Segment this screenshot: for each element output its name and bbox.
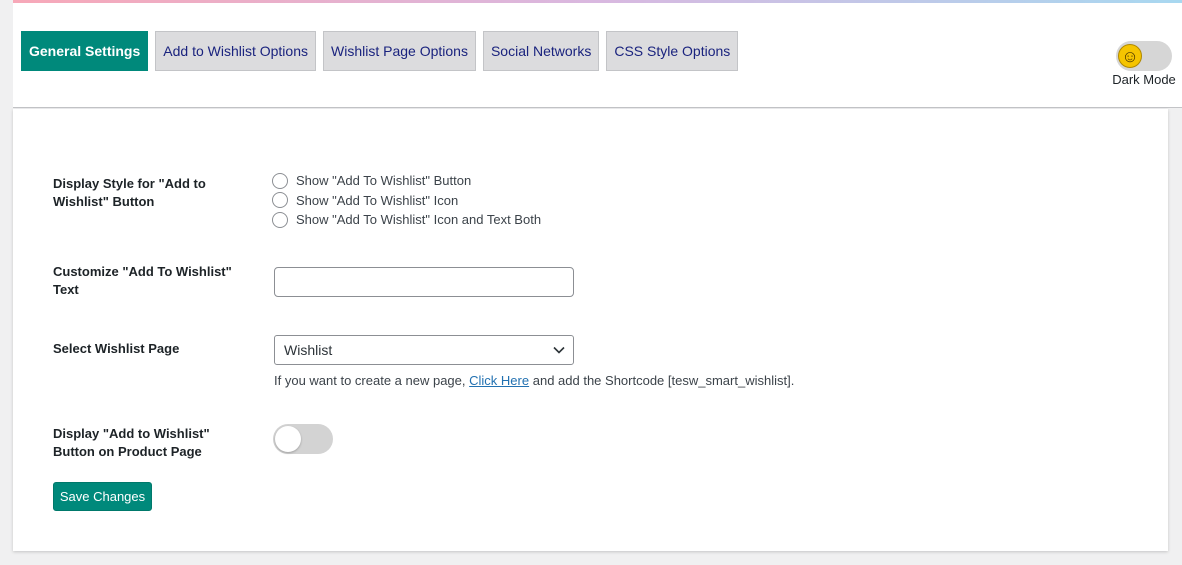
save-changes-button[interactable]: Save Changes	[53, 482, 152, 511]
tab-add-to-wishlist-options[interactable]: Add to Wishlist Options	[155, 31, 316, 71]
chevron-down-icon	[553, 346, 565, 354]
radio-show-icon[interactable]: Show "Add To Wishlist" Icon	[272, 191, 541, 211]
tab-general-settings[interactable]: General Settings	[21, 31, 149, 71]
tab-css-style-options[interactable]: CSS Style Options	[606, 31, 739, 71]
help-text-prefix: If you want to create a new page,	[274, 373, 466, 388]
tab-social-networks[interactable]: Social Networks	[482, 31, 600, 71]
wishlist-page-label: Select Wishlist Page	[53, 341, 180, 356]
settings-panel: Display Style for "Add to Wishlist" Butt…	[13, 109, 1168, 551]
wishlist-page-help: If you want to create a new page, Click …	[274, 373, 794, 388]
customize-text-input[interactable]	[274, 267, 574, 297]
product-page-button-toggle[interactable]	[273, 424, 333, 454]
radio-label: Show "Add To Wishlist" Icon	[296, 192, 459, 208]
radio-label: Show "Add To Wishlist" Icon and Text Bot…	[296, 212, 542, 228]
radio-circle-icon[interactable]	[272, 172, 288, 189]
wishlist-page-select[interactable]: Wishlist	[274, 335, 574, 365]
display-style-radio-group: Show "Add To Wishlist" Button Show "Add …	[272, 171, 541, 230]
dark-mode-toggle[interactable]: ☺	[1116, 41, 1172, 71]
help-text-suffix: and add the Shortcode [tesw_smart_wishli…	[532, 373, 795, 388]
tab-bar: General Settings Add to Wishlist Options…	[21, 31, 739, 71]
display-style-label: Display Style for "Add to Wishlist" Butt…	[53, 176, 206, 209]
dark-mode-control: ☺ Dark Mode	[1109, 40, 1179, 90]
click-here-link[interactable]: Click Here	[469, 373, 529, 388]
product-page-button-label: Display "Add to Wishlist" Button on Prod…	[53, 426, 210, 459]
radio-circle-icon[interactable]	[272, 211, 288, 228]
settings-header: General Settings Add to Wishlist Options…	[13, 0, 1182, 108]
toggle-knob	[275, 426, 301, 452]
gradient-bar	[13, 0, 1182, 3]
radio-label: Show "Add To Wishlist" Button	[296, 173, 472, 189]
wishlist-page-selected-value: Wishlist	[284, 342, 333, 358]
radio-circle-icon[interactable]	[272, 192, 288, 209]
radio-show-icon-and-text[interactable]: Show "Add To Wishlist" Icon and Text Bot…	[272, 210, 541, 230]
customize-text-label: Customize "Add To Wishlist" Text	[53, 264, 232, 297]
dark-mode-label: Dark Mode	[1112, 72, 1176, 87]
smiley-icon: ☺	[1118, 44, 1142, 68]
radio-show-button[interactable]: Show "Add To Wishlist" Button	[272, 171, 541, 191]
tab-wishlist-page-options[interactable]: Wishlist Page Options	[323, 31, 476, 71]
